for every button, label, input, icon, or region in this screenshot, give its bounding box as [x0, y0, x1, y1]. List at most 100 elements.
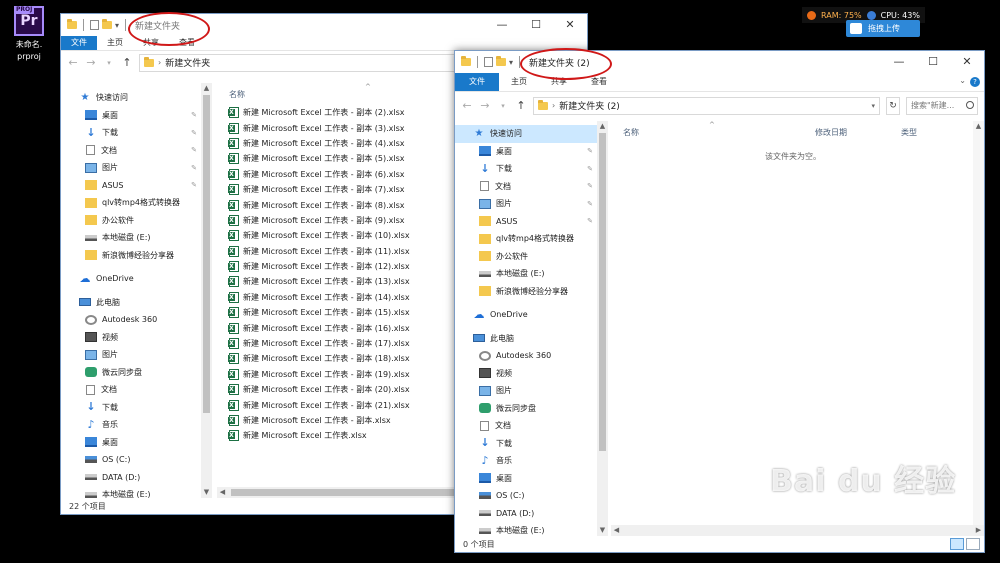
search-input[interactable]: 搜索"新建... — [906, 96, 978, 115]
minimize-button[interactable]: — — [485, 14, 519, 36]
maximize-button[interactable]: ☐ — [916, 51, 950, 73]
nav-item[interactable]: qlv转mp4格式转换器 — [69, 194, 201, 212]
properties-icon[interactable] — [90, 20, 99, 30]
nav-item[interactable]: 新浪微博经验分享器 — [69, 247, 201, 265]
column-name-header[interactable]: 名称 — [623, 127, 639, 138]
nav-item[interactable]: ↓ 下载 ✎ — [69, 124, 201, 142]
nav-item[interactable]: 视频 — [69, 329, 201, 347]
pin-icon[interactable]: ✎ — [587, 217, 593, 225]
close-button[interactable]: ✕ — [553, 14, 587, 36]
nav-item[interactable]: 文档 ✎ — [455, 178, 597, 196]
scroll-down-arrow[interactable]: ▼ — [201, 487, 212, 498]
new-folder-icon[interactable] — [102, 19, 112, 29]
column-date-header[interactable]: 修改日期 — [815, 127, 847, 138]
scroll-right-arrow[interactable]: ▶ — [973, 525, 984, 536]
nav-item[interactable]: Autodesk 360 — [69, 311, 201, 329]
maximize-button[interactable]: ☐ — [519, 14, 553, 36]
large-icons-view-button[interactable] — [966, 538, 980, 550]
scroll-thumb[interactable] — [203, 95, 210, 413]
nav-item[interactable]: 本地磁盘 (E:) — [455, 522, 597, 536]
close-button[interactable]: ✕ — [950, 51, 984, 73]
expand-ribbon-icon[interactable]: ⌄ — [959, 76, 966, 85]
nav-item[interactable]: 图片 — [455, 382, 597, 400]
nav-item[interactable]: ↓ 下载 ✎ — [455, 160, 597, 178]
customize-toolbar-icon[interactable]: ▾ — [509, 58, 513, 67]
refresh-button[interactable]: ↻ — [886, 96, 900, 115]
nav-item[interactable]: 桌面 ✎ — [455, 143, 597, 161]
nav-item[interactable]: 桌面 — [455, 470, 597, 488]
pin-icon[interactable]: ✎ — [587, 147, 593, 155]
nav-item[interactable]: qlv转mp4格式转换器 — [455, 230, 597, 248]
nav-item[interactable]: OS (C:) — [69, 451, 201, 469]
nav-item[interactable]: 本地磁盘 (E:) — [69, 486, 201, 498]
nav-item[interactable]: 图片 ✎ — [69, 159, 201, 177]
tab-home[interactable]: 主页 — [499, 73, 539, 91]
back-arrow-icon[interactable]: ← — [67, 56, 79, 69]
pin-icon[interactable]: ✎ — [191, 164, 197, 172]
file-scrollbar[interactable]: ▲ ▼ — [973, 121, 984, 536]
pin-icon[interactable]: ✎ — [191, 181, 197, 189]
scroll-thumb[interactable] — [231, 489, 456, 496]
minimize-button[interactable]: — — [882, 51, 916, 73]
scroll-up-arrow[interactable]: ▲ — [201, 83, 212, 94]
recent-dropdown-icon[interactable]: ▾ — [497, 102, 509, 110]
nav-item[interactable]: Autodesk 360 — [455, 347, 597, 365]
scroll-left-arrow[interactable]: ◀ — [611, 525, 622, 536]
pin-icon[interactable]: ✎ — [191, 129, 197, 137]
nav-item[interactable]: 微云同步盘 — [69, 364, 201, 382]
upload-button[interactable]: 拖拽上传 — [846, 20, 920, 37]
back-arrow-icon[interactable]: ← — [461, 99, 473, 112]
nav-item[interactable]: 微云同步盘 — [455, 400, 597, 418]
nav-item[interactable]: ↓ 下载 — [69, 399, 201, 417]
nav-item[interactable]: ♪ 音乐 — [69, 416, 201, 434]
nav-item[interactable]: ★ 快速访问 — [69, 89, 201, 107]
pin-icon[interactable]: ✎ — [191, 146, 197, 154]
nav-item[interactable]: ♪ 音乐 — [455, 452, 597, 470]
nav-item[interactable]: 办公软件 — [69, 212, 201, 230]
scroll-up-arrow[interactable]: ▲ — [597, 121, 608, 132]
address-field[interactable]: › 新建文件夹 (2) ▾ — [533, 96, 880, 115]
nav-item[interactable]: OS (C:) — [455, 487, 597, 505]
nav-item[interactable]: 此电脑 — [455, 330, 597, 348]
nav-item[interactable]: 桌面 — [69, 434, 201, 452]
details-view-button[interactable] — [950, 538, 964, 550]
premiere-project-icon[interactable]: PROJ Pr 未命名. prproj — [6, 6, 52, 63]
scroll-up-arrow[interactable]: ▲ — [973, 121, 984, 132]
nav-item[interactable]: ↓ 下载 — [455, 435, 597, 453]
forward-arrow-icon[interactable]: → — [85, 56, 97, 69]
nav-item[interactable]: 视频 — [455, 365, 597, 383]
chevron-right-icon[interactable]: › — [552, 101, 555, 110]
tab-file[interactable]: 文件 — [455, 73, 499, 91]
nav-item[interactable]: 本地磁盘 (E:) — [455, 265, 597, 283]
pin-icon[interactable]: ✎ — [587, 182, 593, 190]
chevron-right-icon[interactable]: › — [158, 58, 161, 67]
scroll-down-arrow[interactable]: ▼ — [597, 525, 608, 536]
nav-item[interactable]: 本地磁盘 (E:) — [69, 229, 201, 247]
up-arrow-icon[interactable]: ↑ — [121, 56, 133, 69]
nav-item[interactable]: ASUS ✎ — [455, 213, 597, 231]
nav-item[interactable]: 图片 — [69, 346, 201, 364]
nav-item[interactable]: DATA (D:) — [455, 505, 597, 523]
properties-icon[interactable] — [484, 57, 493, 67]
tab-home[interactable]: 主页 — [97, 36, 133, 50]
nav-item[interactable]: 桌面 ✎ — [69, 107, 201, 125]
pin-icon[interactable]: ✎ — [587, 165, 593, 173]
scroll-left-arrow[interactable]: ◀ — [217, 487, 228, 498]
nav-scrollbar[interactable]: ▲ ▼ — [201, 83, 212, 498]
nav-item[interactable]: ★ 快速访问 — [455, 125, 597, 143]
nav-item[interactable]: ☁ OneDrive — [455, 306, 597, 324]
tab-file[interactable]: 文件 — [61, 36, 97, 50]
column-name-header[interactable]: 名称 — [229, 89, 245, 100]
new-folder-icon[interactable] — [496, 56, 506, 66]
pin-icon[interactable]: ✎ — [587, 200, 593, 208]
nav-item[interactable]: 文档 — [69, 381, 201, 399]
nav-item[interactable]: ASUS ✎ — [69, 177, 201, 195]
column-type-header[interactable]: 类型 — [901, 127, 917, 138]
recent-dropdown-icon[interactable]: ▾ — [103, 59, 115, 67]
nav-item[interactable]: DATA (D:) — [69, 469, 201, 487]
pin-icon[interactable]: ✎ — [191, 111, 197, 119]
address-dropdown-icon[interactable]: ▾ — [871, 102, 875, 110]
nav-item[interactable]: 新浪微博经验分享器 — [455, 283, 597, 301]
horizontal-scrollbar[interactable]: ◀ ▶ — [611, 525, 984, 536]
help-icon[interactable]: ? — [970, 77, 980, 87]
